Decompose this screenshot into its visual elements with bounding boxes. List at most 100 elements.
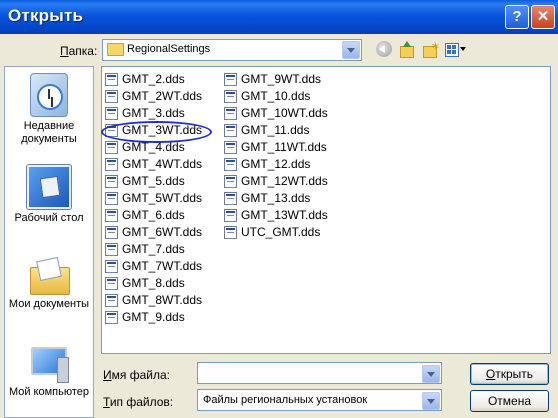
file-column-1: GMT_2.dds GMT_2WT.dds GMT_3.dds GMT_3WT.dds… [105,71,202,326]
file-name: GMT_11WT.dds [241,140,327,154]
file-name: GMT_6.dds [122,208,185,222]
file-list[interactable]: GMT_2.dds GMT_2WT.dds GMT_3.dds GMT_3WT.dds… [101,66,551,354]
file-icon [105,243,118,256]
sparkle-icon: ✶ [431,41,441,53]
file-item[interactable]: GMT_4.dds [105,139,202,156]
file-name: UTC_GMT.dds [241,225,321,239]
views-menu-icon[interactable] [445,41,469,57]
place-label: Недавние документы [21,120,77,145]
file-name: GMT_7WT.dds [122,259,203,273]
file-name: GMT_8WT.dds [122,293,203,307]
look-in-value: RegionalSettings [127,43,211,55]
file-name-label: Имя файла: [103,368,170,382]
file-name: GMT_11.dds [241,123,310,137]
file-item[interactable]: GMT_3.dds [105,105,202,122]
file-item[interactable]: GMT_10WT.dds [224,105,328,122]
file-item[interactable]: UTC_GMT.dds [224,224,328,241]
chevron-down-icon [460,47,466,51]
place-my-computer[interactable]: Мой компьютер [5,343,93,399]
up-one-level-icon[interactable] [398,41,414,58]
file-column-2: GMT_9WT.dds GMT_10.dds GMT_10WT.dds GMT_11.… [224,71,328,241]
file-item[interactable]: GMT_2WT.dds [105,88,202,105]
file-item[interactable]: GMT_11.dds [224,122,328,139]
file-name: GMT_3WT.dds [122,123,203,137]
cancel-button[interactable]: Отмена [470,390,549,412]
file-icon [105,90,118,103]
file-item[interactable]: GMT_13WT.dds [224,207,328,224]
file-item[interactable]: GMT_5.dds [105,173,202,190]
chevron-down-icon[interactable] [342,41,360,59]
file-name: GMT_12.dds [241,157,311,171]
my-computer-icon [29,343,69,383]
file-icon [224,226,237,239]
file-name-input[interactable] [197,362,442,384]
file-name: GMT_9.dds [122,310,185,324]
file-item[interactable]: GMT_9.dds [105,309,202,326]
file-item[interactable]: GMT_12.dds [224,156,328,173]
file-item[interactable]: GMT_5WT.dds [105,190,202,207]
arrow-up-icon [403,41,411,47]
look-in-label-rest: апка: [68,44,98,58]
file-item[interactable]: GMT_4WT.dds [105,156,202,173]
file-icon [105,192,118,205]
file-item[interactable]: GMT_3WT.dds [105,122,202,139]
places-bar: Недавние документы Рабочий стол Мои доку… [4,66,94,418]
window-title: Открыть [8,6,84,25]
file-item[interactable]: GMT_2.dds [105,71,202,88]
file-icon [224,73,237,86]
file-item[interactable]: GMT_13.dds [224,190,328,207]
file-icon [224,107,237,120]
file-icon [224,90,237,103]
file-icon [105,73,118,86]
place-label: Мой компьютер [8,386,90,398]
file-item[interactable]: GMT_9WT.dds [224,71,328,88]
new-folder-icon[interactable]: ✶ [422,41,441,58]
desktop-icon [27,165,71,209]
file-name: GMT_13WT.dds [241,208,328,222]
file-name: GMT_2.dds [122,72,185,86]
file-name: GMT_7.dds [122,242,185,256]
file-name: GMT_3.dds [122,106,185,120]
back-icon[interactable] [376,41,392,57]
title-bar: Открыть ? ✕ [0,0,558,34]
grid-icon [445,43,459,57]
file-name: GMT_4.dds [122,140,185,154]
file-item[interactable]: GMT_7.dds [105,241,202,258]
file-name: GMT_8.dds [122,276,185,290]
file-item[interactable]: GMT_6.dds [105,207,202,224]
file-name: GMT_2WT.dds [122,89,203,103]
file-item[interactable]: GMT_6WT.dds [105,224,202,241]
my-documents-icon [28,257,70,295]
file-item[interactable]: GMT_10.dds [224,88,328,105]
place-label: Рабочий стол [14,212,84,224]
place-my-documents[interactable]: Мои документы [5,257,93,311]
file-type-value: Файлы региональных установок [203,394,368,406]
chevron-down-icon[interactable] [422,365,440,383]
file-item[interactable]: GMT_8.dds [105,275,202,292]
open-button[interactable]: Открыть [470,363,549,385]
look-in-combo[interactable]: RegionalSettings [102,39,362,61]
file-name: GMT_6WT.dds [122,225,203,239]
file-item[interactable]: GMT_12WT.dds [224,173,328,190]
file-type-select[interactable]: Файлы региональных установок [197,389,442,411]
place-label: Мои документы [8,298,90,310]
file-type-label: Тип файлов: [103,395,174,409]
help-button[interactable]: ? [505,5,529,29]
folder-icon [107,43,124,56]
file-name: GMT_5.dds [122,174,185,188]
file-name: GMT_9WT.dds [241,72,322,86]
place-recent-documents[interactable]: Недавние документы [5,73,93,146]
file-item[interactable]: GMT_8WT.dds [105,292,202,309]
file-item[interactable]: GMT_7WT.dds [105,258,202,275]
file-icon [224,124,237,137]
close-button[interactable]: ✕ [531,5,555,29]
file-name: GMT_4WT.dds [122,157,203,171]
place-desktop[interactable]: Рабочий стол [5,165,93,225]
file-item[interactable]: GMT_11WT.dds [224,139,328,156]
file-icon [224,158,237,171]
chevron-down-icon[interactable] [422,392,440,410]
file-icon [224,141,237,154]
look-in-label: Папка: [60,44,98,58]
file-icon [224,175,237,188]
file-icon [105,294,118,307]
